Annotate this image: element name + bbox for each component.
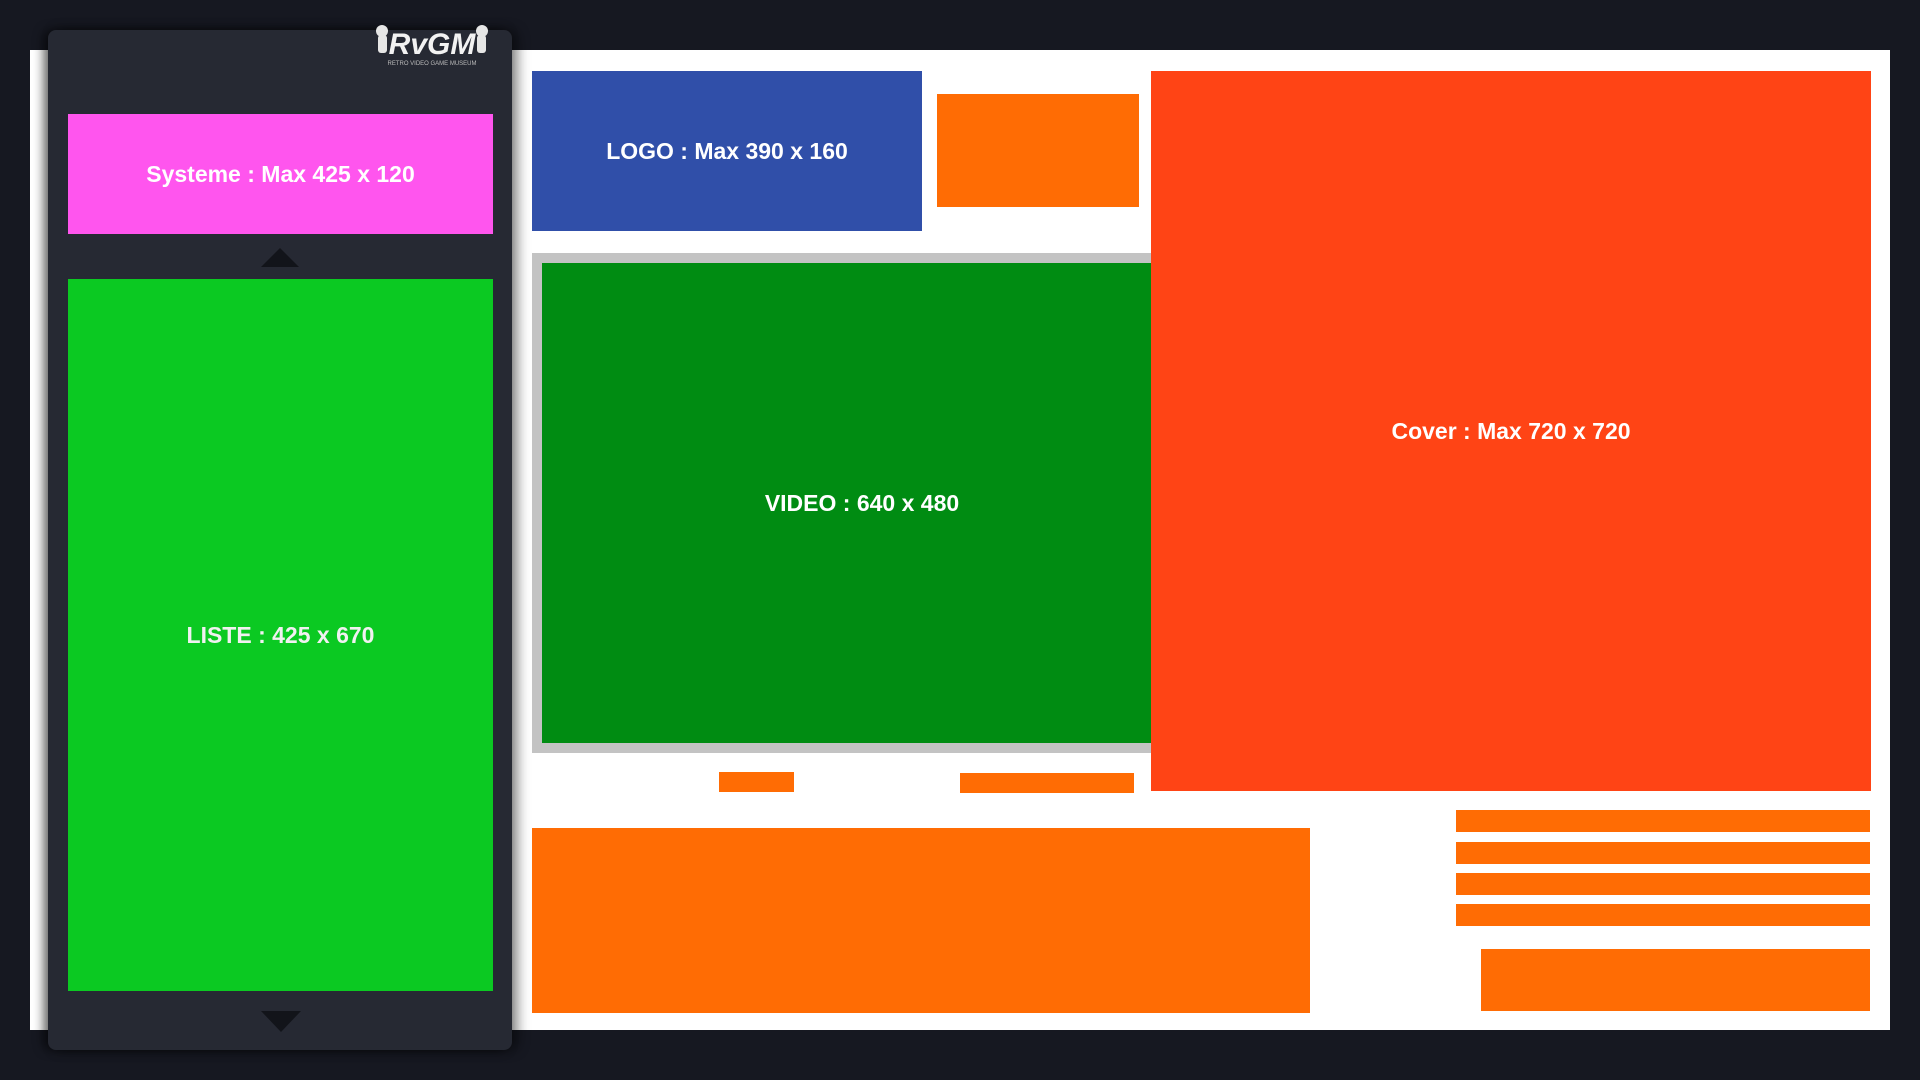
info-placeholder-small-right (960, 773, 1134, 793)
info-placeholder-small-left (719, 772, 794, 792)
rvgm-logo-icon: RvGM RETRO VIDEO GAME MUSEUM (376, 25, 488, 67)
info-placeholder-bottom-right (1481, 949, 1870, 1011)
cover-label: Cover : Max 720 x 720 (1391, 417, 1631, 444)
cover-zone: Cover : Max 720 x 720 (1151, 71, 1871, 791)
video-label: VIDEO : 640 x 480 (764, 489, 960, 516)
logo-text: RvGM (389, 28, 477, 61)
info-line-placeholder (1456, 873, 1870, 895)
info-line-placeholder (1456, 842, 1870, 864)
triangle-up-icon[interactable] (261, 248, 299, 267)
system-zone-label: Systeme : Max 425 x 120 (146, 160, 415, 187)
description-placeholder (532, 828, 1310, 1013)
info-placeholder-top (937, 94, 1139, 207)
info-line-placeholder (1456, 810, 1870, 832)
game-list-zone[interactable]: LISTE : 425 x 670 (68, 279, 493, 991)
game-logo-label: LOGO : Max 390 x 160 (606, 137, 848, 164)
system-zone[interactable]: Systeme : Max 425 x 120 (68, 114, 493, 234)
video-frame: VIDEO : 640 x 480 (532, 253, 1192, 753)
info-line-placeholder (1456, 904, 1870, 926)
video-zone[interactable]: VIDEO : 640 x 480 (542, 263, 1182, 743)
theme-layout-screen: RvGM RETRO VIDEO GAME MUSEUM Systeme : M… (0, 0, 1920, 1080)
game-list-label: LISTE : 425 x 670 (186, 621, 375, 648)
triangle-down-icon[interactable] (261, 1011, 301, 1032)
game-logo-zone: LOGO : Max 390 x 160 (532, 71, 922, 231)
logo-subtext: RETRO VIDEO GAME MUSEUM (387, 61, 476, 67)
